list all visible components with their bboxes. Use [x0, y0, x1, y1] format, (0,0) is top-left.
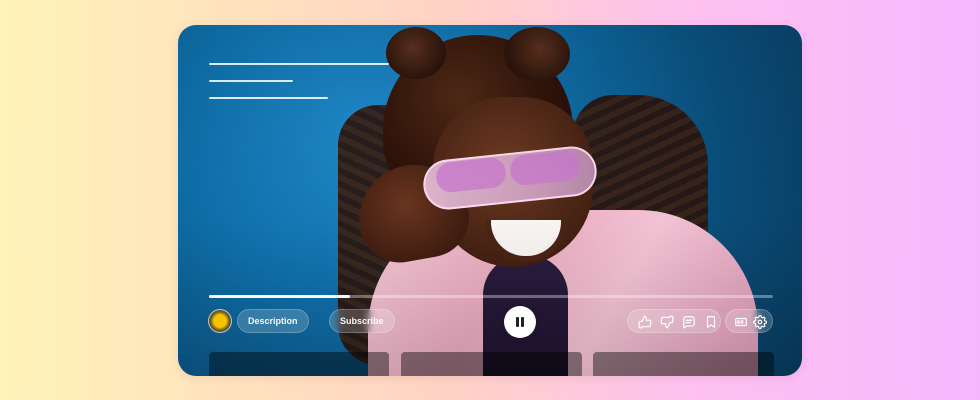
- channel-avatar[interactable]: [208, 309, 232, 333]
- suggested-video-card[interactable]: [401, 352, 582, 376]
- description-button[interactable]: Description: [237, 309, 309, 333]
- closed-captions-icon[interactable]: [734, 315, 748, 329]
- subscribe-label: Subscribe: [340, 316, 384, 326]
- description-label: Description: [248, 316, 298, 326]
- video-player[interactable]: Description Subscribe: [178, 25, 802, 376]
- player-controls: Description Subscribe: [208, 306, 773, 338]
- subscribe-button[interactable]: Subscribe: [329, 309, 395, 333]
- settings-actions: [725, 309, 773, 333]
- pause-icon: [516, 317, 519, 327]
- suggested-video-card[interactable]: [209, 352, 389, 376]
- comment-icon[interactable]: [682, 315, 696, 329]
- pause-icon: [521, 317, 524, 327]
- title-line-1: [209, 63, 389, 65]
- social-actions: [627, 309, 721, 333]
- gear-icon[interactable]: [753, 315, 767, 329]
- bookmark-icon[interactable]: [704, 315, 718, 329]
- thumbs-down-icon[interactable]: [660, 315, 674, 329]
- progress-bar-fill: [209, 295, 350, 298]
- title-line-2: [209, 80, 293, 82]
- thumbs-up-icon[interactable]: [638, 315, 652, 329]
- pause-button[interactable]: [504, 306, 536, 338]
- suggested-videos: [209, 352, 774, 376]
- progress-bar[interactable]: [209, 295, 773, 298]
- suggested-video-card[interactable]: [593, 352, 774, 376]
- video-title-placeholder: [209, 63, 399, 114]
- title-line-3: [209, 97, 328, 99]
